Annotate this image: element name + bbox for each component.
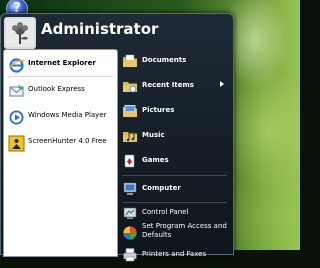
pictures-folder-icon xyxy=(123,105,137,117)
pinned-item-label: Windows Media Player xyxy=(28,111,107,119)
nav-item-games[interactable]: Games xyxy=(118,150,230,174)
nav-item-label: Control Panel xyxy=(142,208,189,216)
control-panel-icon xyxy=(123,207,137,219)
nav-item-computer[interactable]: Computer xyxy=(118,178,230,202)
nav-item-label: Recent Items xyxy=(142,81,194,89)
program-defaults-icon xyxy=(123,226,137,240)
games-icon xyxy=(124,154,135,168)
pinned-programs-pane: Internet Explorer Outlook Express Window… xyxy=(3,49,118,257)
nav-item-recent-items[interactable]: Recent Items xyxy=(118,75,230,99)
pinned-item-internet-explorer[interactable]: Internet Explorer xyxy=(4,54,117,78)
places-pane: Documents Recent Items Pictures Music Ga… xyxy=(118,49,232,262)
pinned-item-label: Outlook Express xyxy=(28,85,85,93)
computer-icon xyxy=(123,182,137,195)
flower-picture-icon xyxy=(6,19,34,47)
nav-item-music[interactable]: Music xyxy=(118,125,230,149)
user-header: Administrator xyxy=(1,14,233,49)
nav-item-label: Set Program Access and Defaults xyxy=(142,222,227,239)
user-avatar[interactable] xyxy=(4,17,36,49)
nav-item-printers[interactable]: Printers and Faxes xyxy=(118,244,230,268)
nav-item-label: Documents xyxy=(142,56,187,64)
screenhunter-icon xyxy=(8,135,25,152)
pinned-item-label: Internet Explorer xyxy=(28,59,96,67)
pinned-item-screenhunter[interactable]: ScreenHunter 4.0 Free xyxy=(4,132,117,156)
recent-items-folder-icon xyxy=(123,82,137,93)
submenu-arrow-icon xyxy=(220,81,224,87)
nav-item-label: Music xyxy=(142,131,165,139)
printer-icon xyxy=(123,248,137,262)
places-separator xyxy=(122,175,227,176)
pinned-item-outlook-express[interactable]: Outlook Express xyxy=(4,80,117,104)
nav-item-label: Pictures xyxy=(142,106,175,114)
pinned-separator xyxy=(8,76,113,77)
nav-item-label: Printers and Faxes xyxy=(142,250,207,258)
media-player-icon xyxy=(9,110,24,125)
outlook-express-icon xyxy=(9,84,24,97)
user-name: Administrator xyxy=(41,20,159,38)
internet-explorer-icon xyxy=(8,58,25,73)
nav-item-label: Computer xyxy=(142,184,181,192)
nav-item-pictures[interactable]: Pictures xyxy=(118,100,230,124)
nav-item-program-defaults[interactable]: Set Program Access and Defaults xyxy=(118,222,230,246)
nav-item-label: Games xyxy=(142,156,169,164)
pinned-item-label: ScreenHunter 4.0 Free xyxy=(28,137,107,145)
documents-folder-icon xyxy=(123,54,137,67)
start-menu: Administrator Internet Explorer Outlook … xyxy=(0,13,234,262)
pinned-item-windows-media-player[interactable]: Windows Media Player xyxy=(4,106,117,130)
nav-item-documents[interactable]: Documents xyxy=(118,50,230,74)
music-folder-icon xyxy=(123,131,137,142)
